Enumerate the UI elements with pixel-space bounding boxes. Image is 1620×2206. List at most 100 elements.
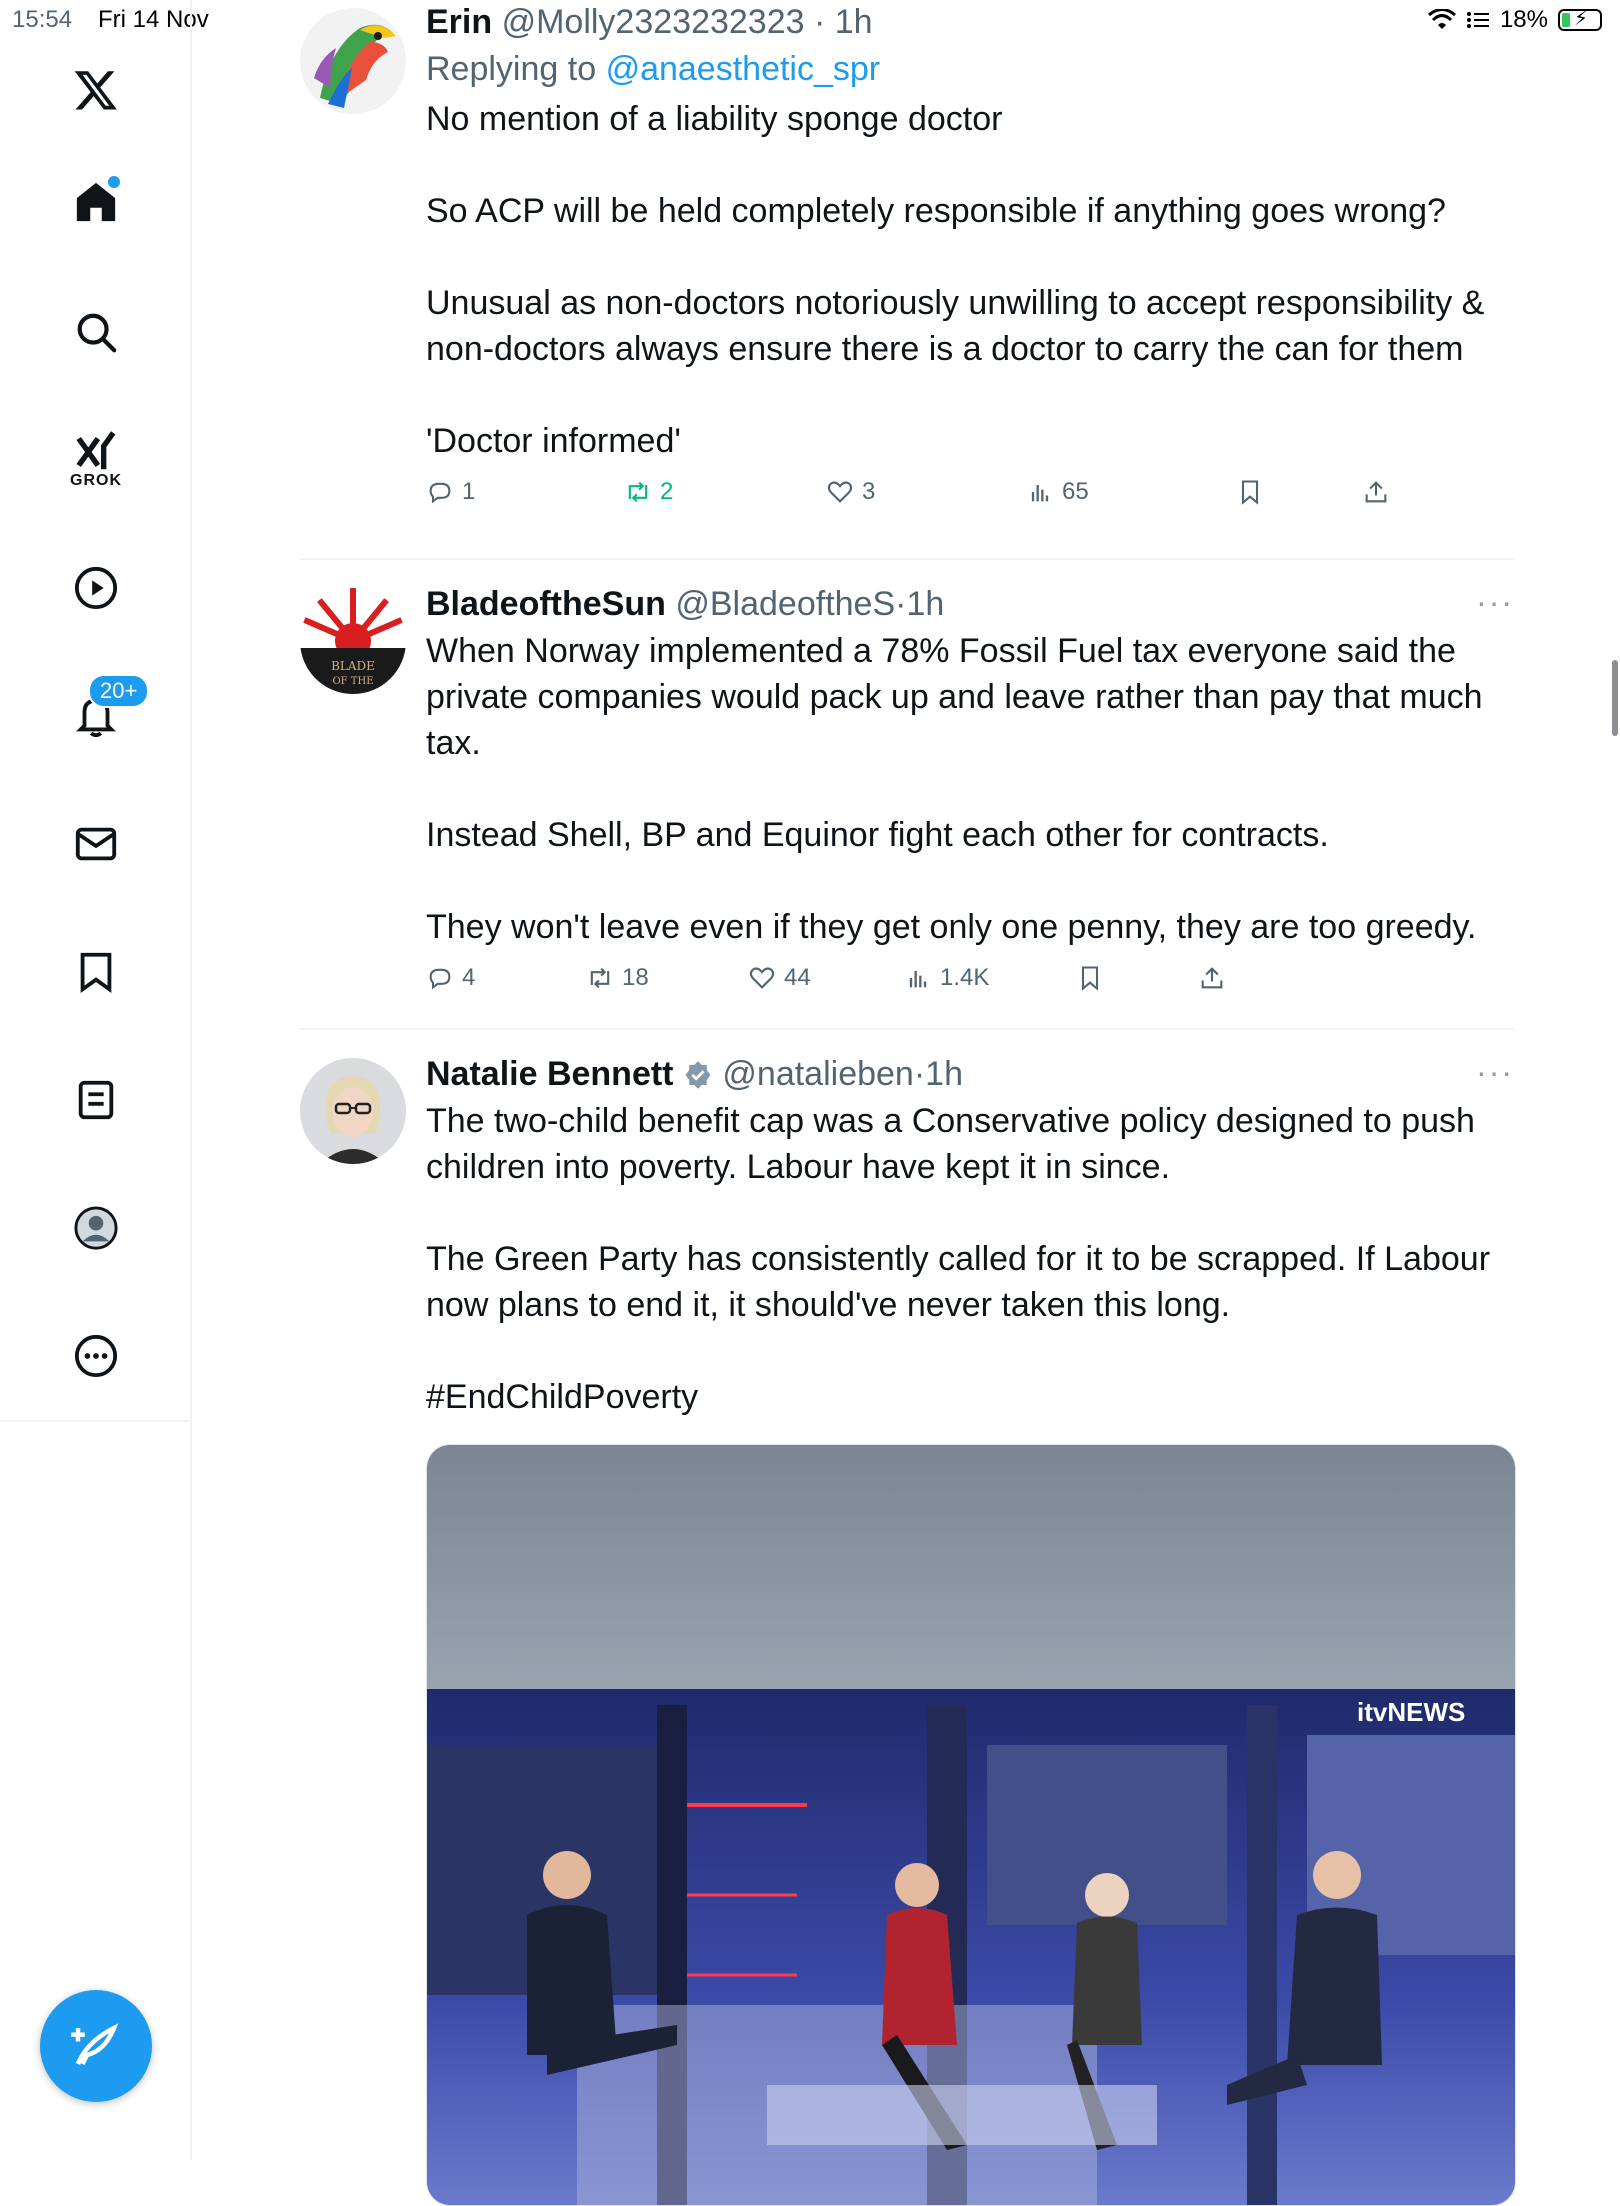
grok-label: GROK (70, 472, 122, 489)
video-icon[interactable] (66, 558, 126, 618)
repost-count: 18 (622, 964, 649, 991)
share-button[interactable] (1362, 478, 1390, 506)
video-thumbnail: itvNEWS (427, 1445, 1515, 2205)
tweet-actions: 4 18 44 1.4K (426, 964, 1514, 1004)
profile-icon[interactable] (66, 1198, 126, 1258)
bell-icon[interactable]: 20+ (66, 674, 150, 746)
like-button[interactable]: 3 (826, 478, 875, 506)
tweet-content: Erin @Molly2323232323 · 1h Replying to @… (426, 2, 1514, 518)
lists-icon[interactable] (66, 1070, 126, 1130)
tweet-line: So ACP will be held completely responsib… (426, 192, 1446, 230)
tweet-line: No mention of a liability sponge doctor (426, 100, 1003, 138)
views-count: 65 (1062, 478, 1089, 505)
scrollbar[interactable] (1612, 660, 1618, 736)
tweet-line: The Green Party has consistently called … (426, 1240, 1491, 1278)
tweet-divider (300, 1028, 1514, 1030)
bookmark-button[interactable] (1236, 478, 1264, 506)
tweet-text: No mention of a liability sponge doctor … (426, 96, 1514, 464)
author-handle[interactable]: @Molly2323232323 (502, 3, 805, 41)
tweet-line: Unusual as non-doctors notoriously unwil… (426, 284, 1485, 322)
views-count: 1.4K (940, 964, 990, 991)
svg-text:OF THE: OF THE (332, 676, 373, 687)
tweet-line: The two-child benefit cap was a Conserva… (426, 1102, 1475, 1140)
tweet-line: They won't leave even if they get only o… (426, 908, 1477, 946)
share-button[interactable] (1198, 964, 1226, 992)
media-watermark: itvNEWS (1357, 1697, 1465, 1727)
replying-to: Replying to @anaesthetic_spr (426, 48, 1514, 90)
tweet-content: Natalie Bennett @natalieben·1h ··· The t… (426, 1054, 1514, 1420)
repost-count: 2 (660, 478, 674, 505)
views-button[interactable]: 65 (1026, 478, 1089, 506)
author-name[interactable]: Erin (426, 3, 492, 41)
reply-to-link[interactable]: @anaesthetic_spr (606, 50, 881, 88)
repost-icon (628, 481, 648, 503)
like-count: 3 (862, 478, 876, 505)
reply-icon (429, 968, 451, 990)
mail-icon[interactable] (66, 814, 126, 874)
tweet-line: When Norway implemented a 78% Fossil Fue… (426, 632, 1456, 670)
tweet-header: BladeoftheSun @BladeoftheS·1h (426, 585, 945, 623)
more-options-button[interactable]: ··· (1476, 1054, 1514, 1091)
home-notification-dot (108, 176, 120, 188)
avatar[interactable]: BLADE OF THE (300, 588, 406, 694)
heart-icon (827, 481, 853, 503)
author-handle[interactable]: @BladeoftheS (675, 585, 895, 623)
tweet-actions: 1 2 3 65 (426, 478, 1514, 518)
more-options-button[interactable]: ··· (1476, 584, 1514, 621)
notifications-badge: 20+ (88, 674, 150, 708)
more-icon[interactable] (66, 1326, 126, 1386)
share-icon (1201, 967, 1223, 989)
tweet-divider (300, 558, 1514, 560)
tweet-text: The two-child benefit cap was a Conserva… (426, 1098, 1514, 1420)
tweet-line: now plans to end it, it should've never … (426, 1286, 1231, 1324)
like-button[interactable]: 44 (748, 964, 811, 992)
svg-text:BLADE: BLADE (331, 659, 375, 673)
bookmark-button[interactable] (1076, 964, 1104, 992)
tweet-content: BladeoftheSun @BladeoftheS·1h ··· When N… (426, 584, 1514, 1004)
compose-button[interactable] (40, 1990, 152, 2102)
avatar[interactable] (300, 1058, 406, 1164)
sidebar-divider (0, 1420, 192, 1422)
verified-badge-icon (685, 1061, 711, 1089)
tweet-media-video[interactable]: itvNEWS (426, 1444, 1516, 2206)
tweet-line: children into poverty. Labour have kept … (426, 1148, 1171, 1186)
reply-icon (429, 482, 451, 504)
repost-button[interactable]: 2 (624, 478, 673, 506)
share-icon (1365, 481, 1387, 503)
heart-icon (749, 967, 775, 989)
repost-icon (590, 967, 610, 989)
tweet-time[interactable]: 1h (925, 1055, 963, 1093)
author-handle[interactable]: @natalieben (722, 1055, 913, 1093)
author-name[interactable]: Natalie Bennett (426, 1055, 674, 1093)
tweet-line: private companies would pack up and leav… (426, 678, 1483, 716)
tweet-time[interactable]: 1h (906, 585, 944, 623)
reply-count: 4 (462, 964, 476, 991)
tweet-time[interactable]: 1h (835, 3, 873, 41)
tweet-header: Natalie Bennett @natalieben·1h (426, 1055, 963, 1093)
battery-icon: ⚡ (1558, 8, 1602, 31)
repost-button[interactable]: 18 (586, 964, 649, 992)
views-button[interactable]: 1.4K (904, 964, 989, 992)
hashtag-link[interactable]: #EndChildPoverty (426, 1374, 1514, 1420)
views-icon (909, 971, 927, 988)
bookmark-icon (1241, 480, 1259, 505)
like-count: 44 (784, 964, 811, 991)
reply-button[interactable]: 1 (426, 478, 475, 506)
tweet-line: tax. (426, 724, 481, 762)
home-icon[interactable] (66, 172, 126, 232)
search-icon[interactable] (66, 302, 126, 362)
bookmark-icon[interactable] (66, 942, 126, 1002)
grok-icon[interactable]: GROK (66, 422, 126, 489)
tweet-line: 'Doctor informed' (426, 422, 681, 460)
compose-icon (71, 2023, 119, 2066)
tweet-header: Erin @Molly2323232323 · 1h (426, 3, 873, 41)
tweet-text: When Norway implemented a 78% Fossil Fue… (426, 628, 1514, 950)
reply-prefix: Replying to (426, 50, 597, 88)
views-icon (1031, 485, 1049, 502)
author-name[interactable]: BladeoftheSun (426, 585, 666, 623)
x-logo-icon[interactable] (66, 60, 126, 120)
reply-button[interactable]: 4 (426, 964, 475, 992)
avatar[interactable] (300, 8, 406, 114)
reply-count: 1 (462, 478, 476, 505)
tweet-line: Instead Shell, BP and Equinor fight each… (426, 816, 1329, 854)
